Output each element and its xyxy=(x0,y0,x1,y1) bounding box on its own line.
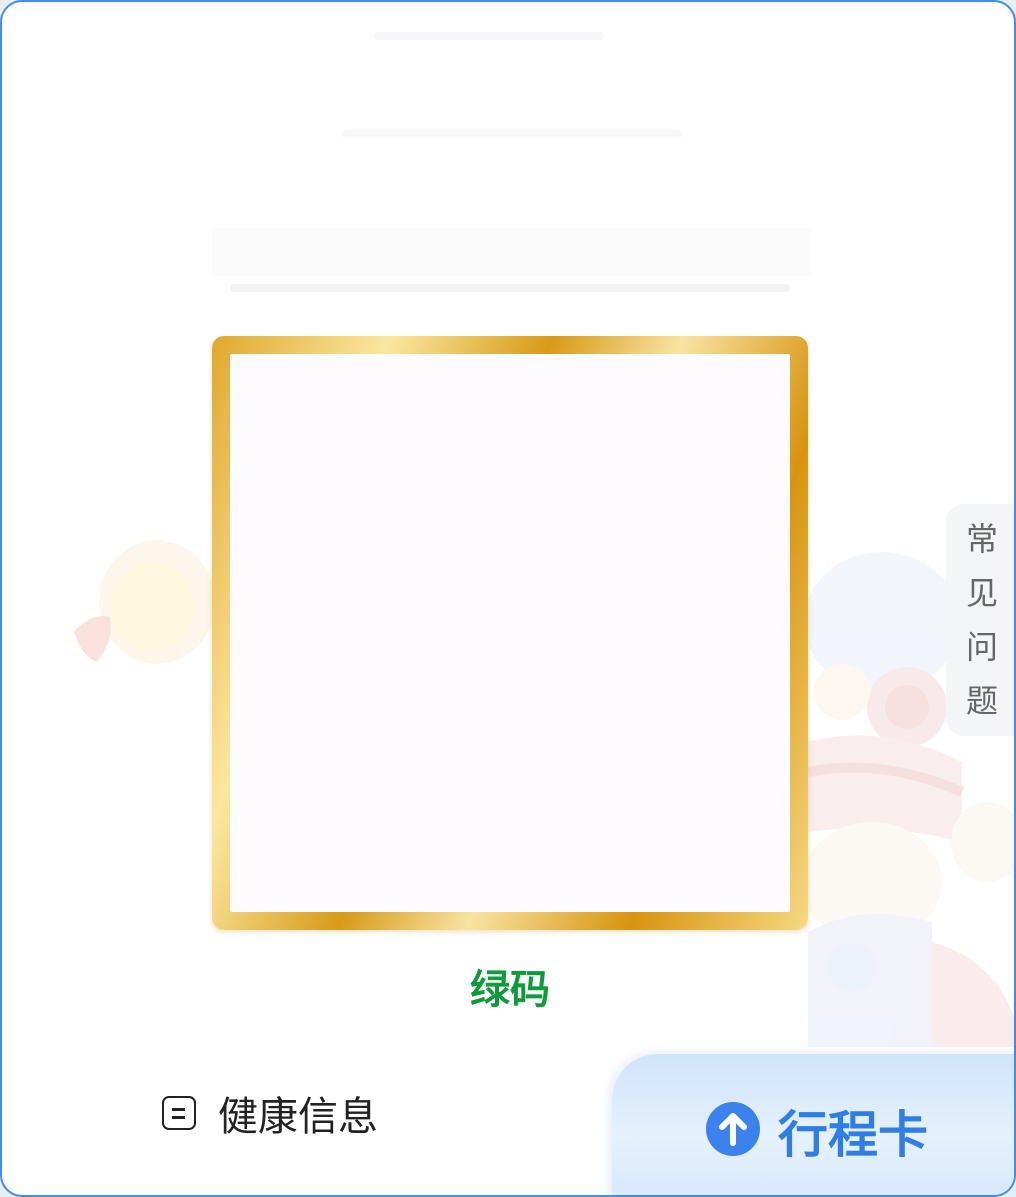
qr-code-area[interactable] xyxy=(230,354,790,912)
trip-card-label: 行程卡 xyxy=(778,1106,928,1164)
code-status-label: 绿码 xyxy=(470,967,550,1013)
faq-side-tab[interactable]: 常 见 问 题 xyxy=(946,504,1014,736)
trip-card-tab[interactable]: 行程卡 xyxy=(612,1054,1014,1195)
health-info-tab[interactable]: 健康信息 xyxy=(162,1084,378,1142)
faq-char: 问 xyxy=(965,628,998,666)
faq-char: 题 xyxy=(965,682,998,720)
faq-char: 见 xyxy=(965,574,998,612)
faq-char: 常 xyxy=(965,520,998,558)
health-info-label: 健康信息 xyxy=(218,1094,378,1140)
qr-code-frame xyxy=(212,336,808,930)
health-code-card: 绿码 常 见 问 题 健康信息 行程卡 xyxy=(0,0,1016,1197)
arrow-up-circle-icon xyxy=(706,1102,760,1156)
document-icon xyxy=(162,1096,196,1130)
